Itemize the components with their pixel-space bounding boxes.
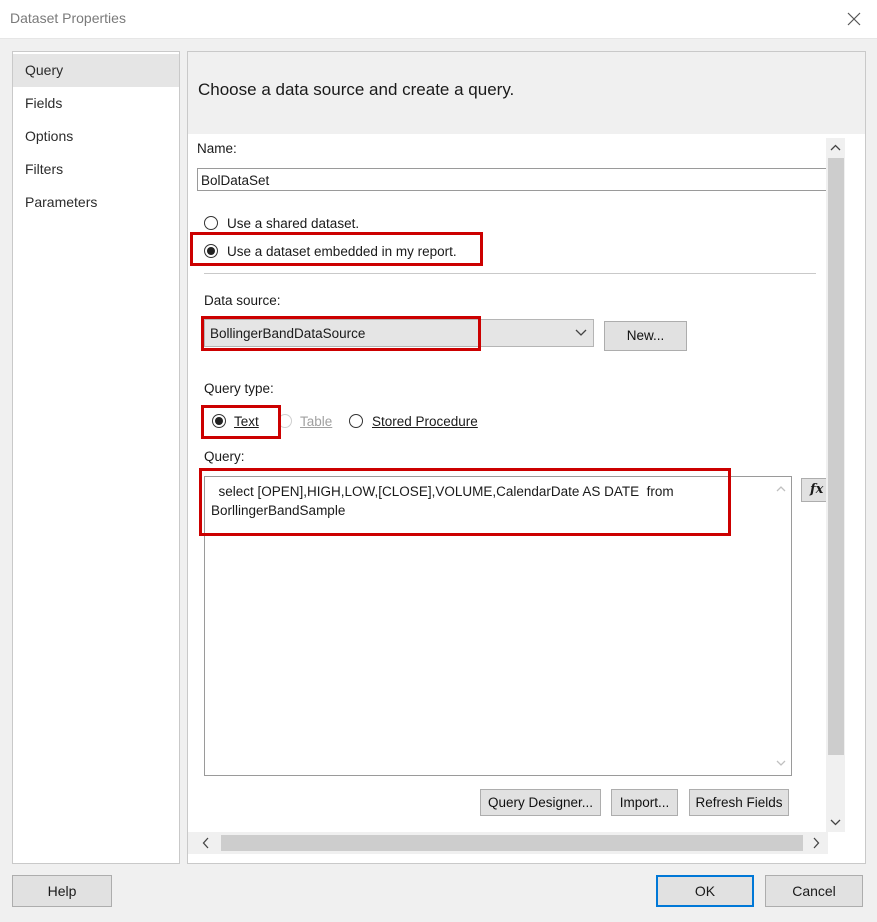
- close-icon: [847, 12, 861, 26]
- nav-item-query[interactable]: Query: [13, 54, 179, 87]
- panel-header: Choose a data source and create a query.: [188, 52, 865, 134]
- vertical-scrollbar[interactable]: [826, 138, 845, 832]
- ok-label: OK: [694, 883, 716, 899]
- scroll-right-icon: [813, 837, 820, 849]
- radio-embedded-dataset-label: Use a dataset embedded in my report.: [227, 244, 457, 259]
- name-label: Name:: [197, 141, 237, 156]
- nav-item-parameters[interactable]: Parameters: [13, 186, 179, 219]
- refresh-fields-button[interactable]: Refresh Fields: [689, 789, 789, 816]
- radio-query-table-label: Table: [300, 414, 333, 429]
- import-button[interactable]: Import...: [611, 789, 678, 816]
- scroll-up-icon: [830, 144, 841, 151]
- import-label: Import...: [619, 795, 670, 810]
- horizontal-scrollbar[interactable]: [188, 832, 828, 854]
- query-text: select [OPEN],HIGH,LOW,[CLOSE],VOLUME,Ca…: [211, 484, 678, 518]
- scroll-left-icon: [202, 837, 209, 849]
- radio-query-table[interactable]: [278, 414, 292, 428]
- query-textarea[interactable]: select [OPEN],HIGH,LOW,[CLOSE],VOLUME,Ca…: [204, 476, 792, 776]
- vertical-scroll-thumb[interactable]: [828, 158, 844, 755]
- query-panel: Choose a data source and create a query.…: [187, 51, 866, 864]
- radio-shared-dataset[interactable]: [204, 216, 218, 230]
- scroll-down-icon: [776, 760, 786, 766]
- query-label: Query:: [204, 449, 245, 464]
- new-button-label: New...: [626, 328, 665, 343]
- panel-heading: Choose a data source and create a query.: [198, 80, 515, 99]
- data-source-value: BollingerBandDataSource: [210, 326, 366, 341]
- radio-query-stored-procedure[interactable]: [349, 414, 363, 428]
- data-source-dropdown[interactable]: BollingerBandDataSource: [204, 319, 594, 347]
- radio-shared-dataset-label: Use a shared dataset.: [227, 216, 360, 231]
- radio-query-stored-procedure-label: Stored Procedure: [372, 414, 478, 429]
- help-button[interactable]: Help: [12, 875, 112, 907]
- radio-query-text[interactable]: [212, 414, 226, 428]
- query-scrollbar[interactable]: [771, 477, 791, 775]
- radio-embedded-dataset[interactable]: [204, 244, 218, 258]
- query-designer-button[interactable]: Query Designer...: [480, 789, 601, 816]
- horizontal-scroll-thumb[interactable]: [221, 835, 803, 851]
- nav-item-filters[interactable]: Filters: [13, 153, 179, 186]
- refresh-fields-label: Refresh Fields: [695, 795, 783, 810]
- chevron-down-icon: [575, 329, 587, 336]
- ok-button[interactable]: OK: [656, 875, 754, 907]
- query-designer-label: Query Designer...: [487, 795, 594, 810]
- nav-item-options[interactable]: Options: [13, 120, 179, 153]
- close-button[interactable]: [831, 0, 877, 38]
- data-source-label: Data source:: [204, 293, 281, 308]
- query-content: Name: BolDataSet Use a shared dataset. U…: [188, 138, 828, 832]
- title-bar: Dataset Properties: [0, 0, 877, 39]
- expression-button[interactable]: fx: [801, 478, 828, 502]
- new-data-source-button[interactable]: New...: [604, 321, 687, 351]
- cancel-label: Cancel: [792, 883, 836, 899]
- cancel-button[interactable]: Cancel: [765, 875, 863, 907]
- sidebar-nav: Query Fields Options Filters Parameters: [12, 51, 180, 864]
- scroll-down-icon: [830, 819, 841, 826]
- radio-query-text-label: Text: [234, 414, 259, 429]
- help-label: Help: [47, 883, 77, 899]
- query-type-label: Query type:: [204, 381, 274, 396]
- nav-item-fields[interactable]: Fields: [13, 87, 179, 120]
- window-title: Dataset Properties: [10, 10, 126, 26]
- name-field[interactable]: BolDataSet: [197, 168, 828, 191]
- divider: [204, 273, 816, 274]
- scroll-up-icon: [776, 486, 786, 492]
